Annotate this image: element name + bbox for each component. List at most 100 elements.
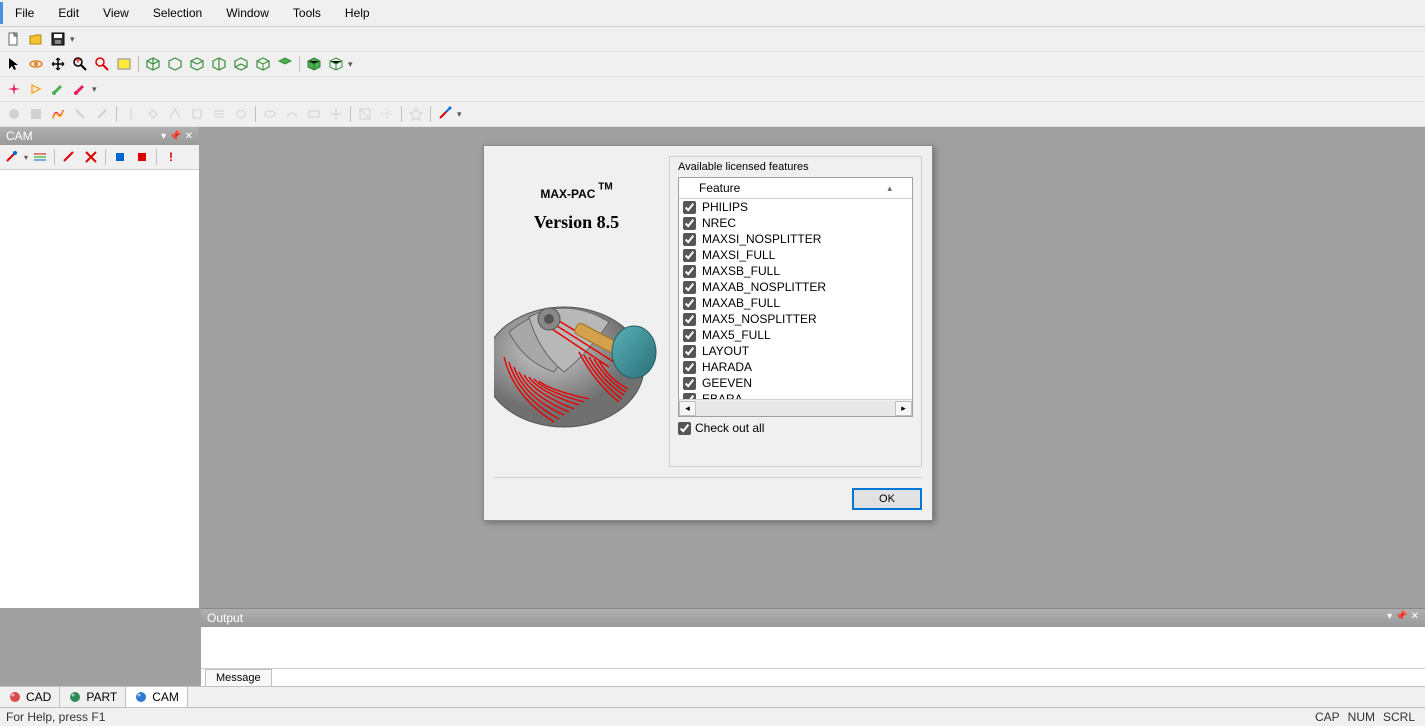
feature-checkbox[interactable] [683,345,696,358]
feature-row[interactable]: NREC [679,215,912,231]
checkout-all-row[interactable]: Check out all [678,421,913,435]
brand-title: MAX-PAC TM [540,178,612,204]
feature-label: MAXSI_FULL [702,248,775,262]
feature-row[interactable]: GEEVEN [679,375,912,391]
tab-cad[interactable]: CAD [0,687,60,707]
feature-row[interactable]: EBARA [679,391,912,399]
hscroll-left[interactable]: ◂ [679,401,696,416]
cam-tb-7[interactable]: ! [161,147,181,167]
menu-selection[interactable]: Selection [141,2,214,24]
pointer-tool[interactable] [4,54,24,74]
cam-op-19[interactable] [435,104,455,124]
brand-version: Version 8.5 [534,212,619,233]
open-file-button[interactable] [26,29,46,49]
iso-view-7[interactable] [275,54,295,74]
mark-tool[interactable] [48,79,68,99]
cam-op-2 [26,104,46,124]
feature-row[interactable]: MAXSI_FULL [679,247,912,263]
feature-checkbox[interactable] [683,297,696,310]
iso-view-3[interactable] [187,54,207,74]
pan-tool[interactable] [48,54,68,74]
cam-op-13 [282,104,302,124]
cam-tb-4[interactable] [81,147,101,167]
cam-tb-1[interactable] [2,147,22,167]
tab-cam[interactable]: CAM [126,687,188,707]
feature-checkbox[interactable] [683,281,696,294]
menu-edit[interactable]: Edit [46,2,91,24]
feature-checkbox[interactable] [683,329,696,342]
feature-scroll[interactable]: PHILIPSNRECMAXSI_NOSPLITTERMAXSI_FULL MAX… [679,199,912,399]
iso-view-1[interactable] [143,54,163,74]
menu-help[interactable]: Help [333,2,382,24]
feature-label: MAXAB_FULL [702,296,780,310]
feature-checkbox[interactable] [683,377,696,390]
feature-label: MAXSB_FULL [702,264,780,278]
cam-panel: CAM ▾ 📌 ✕ ▾ ! [0,127,200,608]
menu-window[interactable]: Window [214,2,281,24]
feature-row[interactable]: MAX5_NOSPLITTER [679,311,912,327]
zoom-window-tool[interactable] [92,54,112,74]
viewport[interactable]: MAX-PAC TM Version 8.5 [200,127,1425,608]
menu-view[interactable]: View [91,2,141,24]
save-file-button[interactable] [48,29,68,49]
output-close-icon[interactable]: ✕ [1411,611,1419,625]
iso-view-2[interactable] [165,54,185,74]
ok-button[interactable]: OK [852,488,922,510]
flag-tool[interactable] [70,79,90,99]
feature-checkbox[interactable] [683,265,696,278]
cam-tb-5[interactable] [110,147,130,167]
new-file-button[interactable] [4,29,24,49]
cam-tree[interactable] [0,170,199,608]
menu-file[interactable]: File [0,2,46,24]
output-dropdown-icon[interactable]: ▾ [1387,611,1392,625]
feature-row[interactable]: PHILIPS [679,199,912,215]
iso-view-6[interactable] [253,54,273,74]
panel-dropdown-icon[interactable]: ▾ [161,131,166,142]
checkout-all-checkbox[interactable] [678,422,691,435]
panel-close-icon[interactable]: ✕ [185,131,193,142]
feature-row[interactable]: MAXSI_NOSPLITTER [679,231,912,247]
feature-column-header[interactable]: Feature [699,181,740,195]
panel-pin-icon[interactable]: 📌 [169,131,181,142]
output-tab-message[interactable]: Message [205,669,272,686]
next-tool[interactable] [26,79,46,99]
cam-tb-2[interactable] [30,147,50,167]
solid-view[interactable] [304,54,324,74]
feature-checkbox[interactable] [683,201,696,214]
cam-toolbar: ▾ ! [0,145,199,170]
menu-tools[interactable]: Tools [281,2,333,24]
feature-row[interactable]: MAXAB_FULL [679,295,912,311]
svg-text:+: + [74,56,81,67]
dialog-brand-pane: MAX-PAC TM Version 8.5 [494,156,659,467]
feature-row[interactable]: MAX5_FULL [679,327,912,343]
spark-tool[interactable] [4,79,24,99]
feature-row[interactable]: MAXSB_FULL [679,263,912,279]
iso-view-5[interactable] [231,54,251,74]
feature-row[interactable]: HARADA [679,359,912,375]
status-cap: CAP [1315,710,1340,724]
iso-view-4[interactable] [209,54,229,74]
feature-hscroll: ◂ ▸ [679,399,912,416]
hscroll-track[interactable] [696,401,895,416]
tab-part[interactable]: PART [60,687,126,707]
scroll-up-icon[interactable]: ▴ [887,183,892,194]
feature-checkbox[interactable] [683,217,696,230]
feature-row[interactable]: LAYOUT [679,343,912,359]
feature-checkbox[interactable] [683,249,696,262]
output-pin-icon[interactable]: 📌 [1395,611,1407,625]
feature-row[interactable]: MAXAB_NOSPLITTER [679,279,912,295]
feature-checkbox[interactable] [683,233,696,246]
hscroll-right[interactable]: ▸ [895,401,912,416]
zoom-fit-tool[interactable] [114,54,134,74]
cam-op-3[interactable] [48,104,68,124]
orbit-tool[interactable] [26,54,46,74]
status-num: NUM [1348,710,1375,724]
zoom-tool[interactable]: + [70,54,90,74]
wireframe-view[interactable] [326,54,346,74]
output-body[interactable] [201,627,1425,668]
cam-tb-6[interactable] [132,147,152,167]
feature-checkbox[interactable] [683,361,696,374]
feature-label: NREC [702,216,736,230]
cam-tb-3[interactable] [59,147,79,167]
feature-checkbox[interactable] [683,313,696,326]
